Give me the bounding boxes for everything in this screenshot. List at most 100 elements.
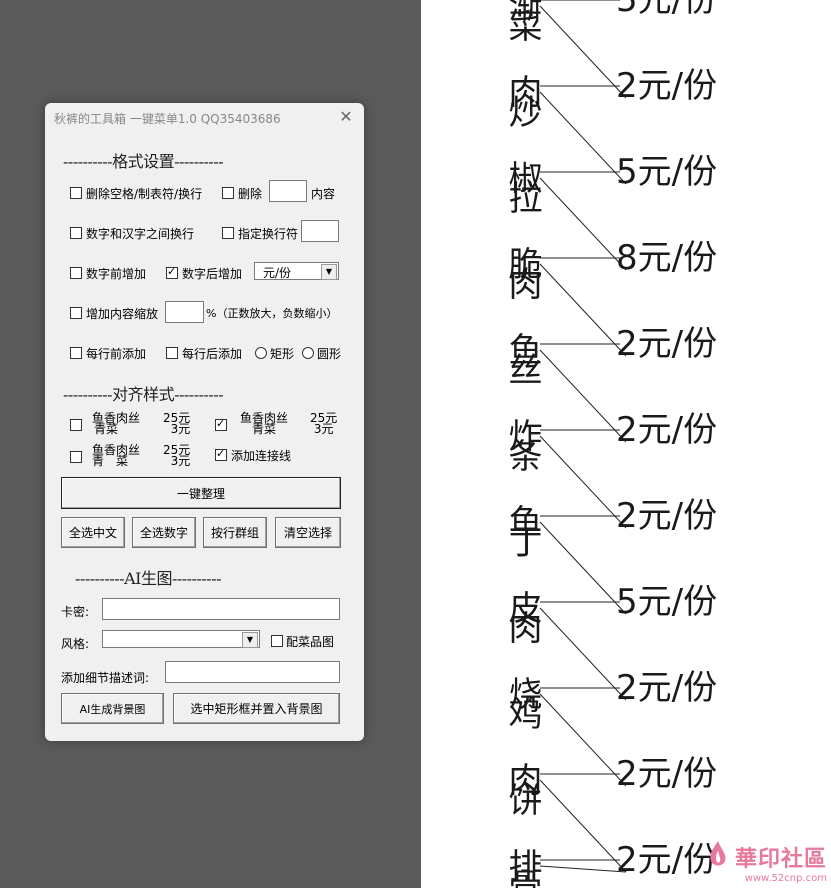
- menu-dish-name[interactable]: 鱼丁: [502, 504, 542, 544]
- rect-radio[interactable]: [255, 347, 267, 359]
- menu-price[interactable]: 5元/份: [616, 585, 717, 619]
- chevron-down-icon: ▼: [242, 632, 258, 648]
- prefix-number-label: 数字前增加: [86, 267, 147, 281]
- delete-label: 删除: [238, 187, 263, 201]
- scale-checkbox[interactable]: [70, 307, 82, 319]
- menu-dish-name[interactable]: 椒拉: [502, 160, 542, 200]
- connector-line: [539, 349, 627, 443]
- suffix-number-checkbox[interactable]: [166, 265, 178, 279]
- align-sample2-price: 25元 3元: [310, 412, 337, 436]
- add-connector-label: 添加连接线: [231, 449, 292, 463]
- align-sample2-checkbox[interactable]: [215, 417, 227, 431]
- align-sample1-price: 25元 3元: [163, 412, 191, 436]
- menu-dish-name[interactable]: 渐菜: [502, 0, 542, 28]
- align-sample1-preview: 鱼香肉丝 青菜: [92, 412, 140, 435]
- menu-dish-name[interactable]: 排骨: [502, 848, 542, 888]
- circle-label: 圆形: [317, 347, 342, 361]
- one-click-button[interactable]: 一键整理: [61, 477, 341, 509]
- align-sample1-checkbox[interactable]: [70, 419, 82, 431]
- clear-selection-button[interactable]: 清空选择: [275, 517, 341, 548]
- menu-price[interactable]: 2元/份: [616, 757, 717, 791]
- scale-input[interactable]: [165, 301, 204, 323]
- menu-price[interactable]: 2元/份: [616, 671, 717, 705]
- menu-dish-name[interactable]: 鱼丝: [502, 332, 542, 372]
- prefix-number-checkbox[interactable]: [70, 267, 82, 279]
- menu-price[interactable]: 2元/份: [616, 69, 717, 103]
- sample2-sub: 青菜: [252, 422, 277, 436]
- menu-dish-name[interactable]: 肉饼: [502, 762, 542, 802]
- style-select[interactable]: ▼: [102, 630, 260, 648]
- connector-line: [539, 607, 627, 701]
- menu-dish-name[interactable]: 肉炒: [502, 74, 542, 114]
- align-section-title: ----------对齐样式----------: [63, 385, 224, 404]
- rect-label: 矩形: [270, 347, 295, 361]
- menu-price[interactable]: 2元/份: [616, 413, 717, 447]
- ai-generate-bg-button[interactable]: AI生成背景图: [61, 693, 164, 724]
- detail-prompt-label: 添加细节描述词:: [61, 671, 150, 685]
- group-by-row-button[interactable]: 按行群组: [203, 517, 267, 548]
- card-key-label: 卡密:: [61, 605, 90, 619]
- select-numbers-button[interactable]: 全选数字: [132, 517, 196, 548]
- scale-label: 增加内容缩放: [86, 307, 159, 321]
- cn-num-newline-label: 数字和汉字之间换行: [86, 227, 195, 241]
- menu-price[interactable]: 2元/份: [616, 499, 717, 533]
- toolbox-dialog: 秋裤的工具箱 一键菜单1.0 QQ35403686 ✕ ----------格式…: [45, 103, 364, 741]
- connector-line: [539, 177, 627, 271]
- chevron-down-icon: ▼: [321, 264, 337, 280]
- dish-image-checkbox[interactable]: [271, 635, 283, 647]
- align-sample3-preview: 鱼香肉丝 青 菜: [92, 444, 140, 468]
- dialog-title: 秋裤的工具箱 一键菜单1.0 QQ35403686: [54, 112, 281, 126]
- menu-price[interactable]: 5元/份: [616, 0, 717, 17]
- dialog-titlebar[interactable]: 秋裤的工具箱 一键菜单1.0 QQ35403686 ✕: [45, 103, 364, 131]
- line-prefix-checkbox[interactable]: [70, 347, 82, 359]
- remove-whitespace-label: 删除空格/制表符/换行: [86, 187, 203, 201]
- suffix-number-label: 数字后增加: [182, 267, 243, 281]
- align-sample3-price: 25元 3元: [163, 444, 191, 468]
- align-sample2-preview: 鱼香肉丝 青菜: [240, 412, 288, 436]
- align-sample3-checkbox[interactable]: [70, 451, 82, 463]
- watermark: 華印社區 www.52cnp.com: [710, 841, 827, 884]
- cn-num-newline-checkbox[interactable]: [70, 227, 82, 239]
- connector-line: [539, 779, 627, 873]
- close-button[interactable]: ✕: [336, 107, 356, 127]
- suffix-unit-select[interactable]: 元/份 ▼: [254, 262, 339, 280]
- add-connector-checkbox[interactable]: [215, 447, 227, 461]
- custom-newline-input[interactable]: [301, 220, 339, 242]
- sample3-sub: 青 菜: [92, 454, 129, 468]
- suffix-unit-value: 元/份: [263, 266, 292, 280]
- rect-place-bg-button[interactable]: 选中矩形框并置入背景图: [173, 693, 340, 724]
- delete-checkbox[interactable]: [222, 187, 234, 199]
- ai-section-title: ----------AI生图----------: [75, 569, 222, 588]
- menu-price[interactable]: 2元/份: [616, 843, 717, 877]
- menu-price[interactable]: 5元/份: [616, 155, 717, 189]
- custom-newline-label: 指定换行符: [238, 227, 299, 241]
- circle-radio[interactable]: [302, 347, 314, 359]
- watermark-text: 華印社區: [734, 846, 827, 872]
- connector-line: [539, 865, 627, 873]
- line-suffix-checkbox[interactable]: [166, 347, 178, 359]
- sample1-price2: 3元: [170, 422, 191, 436]
- menu-dish-name[interactable]: 炸条: [502, 418, 542, 458]
- menu-dish-name[interactable]: 皮肉: [502, 590, 542, 630]
- sample2-price2: 3元: [313, 422, 334, 436]
- connector-line: [539, 693, 627, 787]
- menu-price[interactable]: 2元/份: [616, 327, 717, 361]
- remove-whitespace-checkbox[interactable]: [70, 187, 82, 199]
- menu-dish-name[interactable]: 烧鸡: [502, 676, 542, 716]
- menu-dish-name[interactable]: 脆肉: [502, 246, 542, 286]
- connector-line: [539, 263, 627, 357]
- watermark-logo-icon: [710, 841, 726, 866]
- detail-prompt-input[interactable]: [165, 661, 340, 683]
- select-chinese-button[interactable]: 全选中文: [61, 517, 125, 548]
- custom-newline-checkbox[interactable]: [222, 227, 234, 239]
- delete-content-input[interactable]: [269, 180, 307, 202]
- sample3-price2: 3元: [170, 454, 191, 468]
- menu-price[interactable]: 8元/份: [616, 241, 717, 275]
- connector-line: [539, 435, 627, 529]
- content-label: 内容: [311, 187, 336, 201]
- dish-image-label: 配菜品图: [286, 635, 335, 649]
- watermark-url: www.52cnp.com: [744, 873, 827, 884]
- scale-hint: %（正数放大，负数缩小）: [206, 307, 338, 320]
- connector-line: [539, 521, 627, 615]
- card-key-input[interactable]: [102, 598, 340, 620]
